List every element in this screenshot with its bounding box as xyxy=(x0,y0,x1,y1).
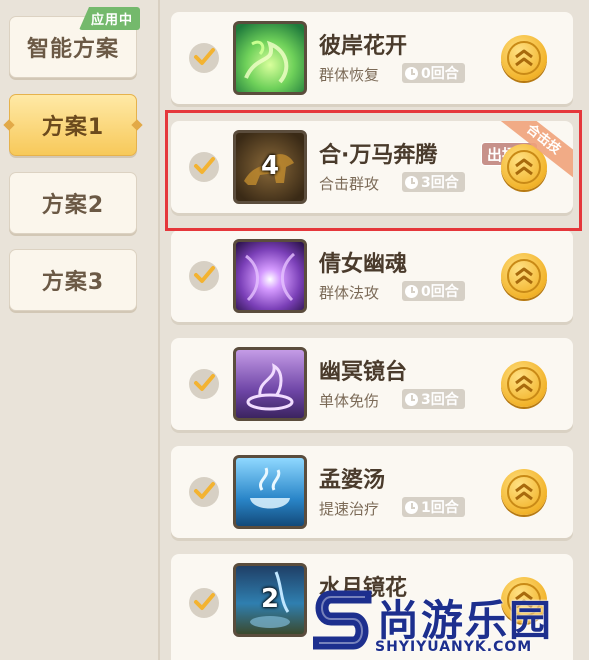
skill-card[interactable]: 倩女幽魂 群体法攻 0回合 xyxy=(171,230,573,322)
skill-icon-flower xyxy=(233,21,307,95)
cooldown-badge: 3回合 xyxy=(402,389,465,409)
skill-detail-button[interactable] xyxy=(501,253,547,299)
plan-2-button[interactable]: 方案2 xyxy=(9,172,137,234)
skill-icon-ghost xyxy=(233,239,307,313)
plan-1-button[interactable]: 方案1 xyxy=(9,94,137,156)
skill-name: 彼岸花开 xyxy=(319,34,408,59)
skill-list: 彼岸花开 群体恢复 0回合 4 合·万马奔腾 出招中 合击群攻 3回合 合击技 … xyxy=(158,0,589,660)
plan-sidebar: 智能方案 应用中 方案1 方案2 方案3 xyxy=(0,0,158,660)
watermark-url: SHYIYUANYK.COM xyxy=(375,639,533,655)
combo-count: 2 xyxy=(260,584,280,614)
plan-label: 方案2 xyxy=(41,193,105,218)
plan-label: 方案3 xyxy=(41,270,105,295)
cooldown-badge: 0回合 xyxy=(402,63,465,83)
plan-label: 方案1 xyxy=(41,115,105,140)
plan-3-button[interactable]: 方案3 xyxy=(9,249,137,311)
swap-arrows-icon xyxy=(515,375,533,393)
skill-type: 合击群攻 xyxy=(319,175,380,193)
swap-arrows-icon xyxy=(515,267,533,285)
cooldown-text: 0回合 xyxy=(421,284,459,300)
skill-name: 合·万马奔腾 xyxy=(319,143,438,168)
checkbox-checked[interactable] xyxy=(189,261,219,291)
plan-smart-button[interactable]: 智能方案 应用中 xyxy=(9,7,140,78)
skill-detail-button[interactable] xyxy=(501,35,547,81)
skill-type: 群体法攻 xyxy=(319,284,380,302)
skill-type: 群体恢复 xyxy=(319,66,380,84)
skill-icon-soup xyxy=(233,455,307,529)
checkbox-checked[interactable] xyxy=(189,588,219,618)
check-icon xyxy=(194,157,215,174)
cooldown-badge: 1回合 xyxy=(402,497,465,517)
site-watermark: 尚游乐园 SHYIYUANYK.COM xyxy=(313,585,589,660)
cooldown-text: 3回合 xyxy=(421,175,459,191)
clock-icon xyxy=(405,392,418,406)
checkbox-checked[interactable] xyxy=(189,43,219,73)
check-icon xyxy=(194,374,215,391)
skill-name: 孟婆汤 xyxy=(319,468,386,493)
skill-card[interactable]: 孟婆汤 提速治疗 1回合 xyxy=(171,446,573,538)
skill-icon-horse: 4 xyxy=(233,130,307,204)
clock-icon xyxy=(405,500,418,514)
check-icon xyxy=(194,266,215,283)
checkbox-checked[interactable] xyxy=(189,477,219,507)
skill-name: 倩女幽魂 xyxy=(319,252,408,277)
brand-logo-icon xyxy=(313,590,372,650)
applied-badge: 应用中 xyxy=(78,7,140,30)
skill-detail-button[interactable] xyxy=(501,469,547,515)
skill-type: 提速治疗 xyxy=(319,500,380,518)
check-icon xyxy=(194,48,215,65)
plan-label: 智能方案 xyxy=(26,37,119,62)
check-icon xyxy=(194,482,215,499)
skill-icon-mirror xyxy=(233,347,307,421)
cooldown-badge: 3回合 xyxy=(402,172,465,192)
cooldown-text: 1回合 xyxy=(421,500,459,516)
skill-card[interactable]: 4 合·万马奔腾 出招中 合击群攻 3回合 合击技 xyxy=(171,121,573,213)
skill-type: 单体免伤 xyxy=(319,392,380,410)
check-icon xyxy=(194,593,215,610)
cooldown-text: 3回合 xyxy=(421,392,459,408)
clock-icon xyxy=(405,284,418,298)
skill-card[interactable]: 幽冥镜台 单体免伤 3回合 xyxy=(171,338,573,430)
skill-name: 幽冥镜台 xyxy=(319,360,408,385)
combo-count: 4 xyxy=(260,151,280,181)
cooldown-text: 0回合 xyxy=(421,66,459,82)
clock-icon xyxy=(405,175,418,189)
checkbox-checked[interactable] xyxy=(189,369,219,399)
clock-icon xyxy=(405,66,418,80)
swap-arrows-icon xyxy=(515,158,533,176)
swap-arrows-icon xyxy=(515,49,533,67)
checkbox-checked[interactable] xyxy=(189,152,219,182)
skill-card[interactable]: 彼岸花开 群体恢复 0回合 xyxy=(171,12,573,104)
skill-icon-moon-mirror: 2 xyxy=(233,563,307,637)
cooldown-badge: 0回合 xyxy=(402,281,465,301)
swap-arrows-icon xyxy=(515,483,533,501)
skill-detail-button[interactable] xyxy=(501,361,547,407)
